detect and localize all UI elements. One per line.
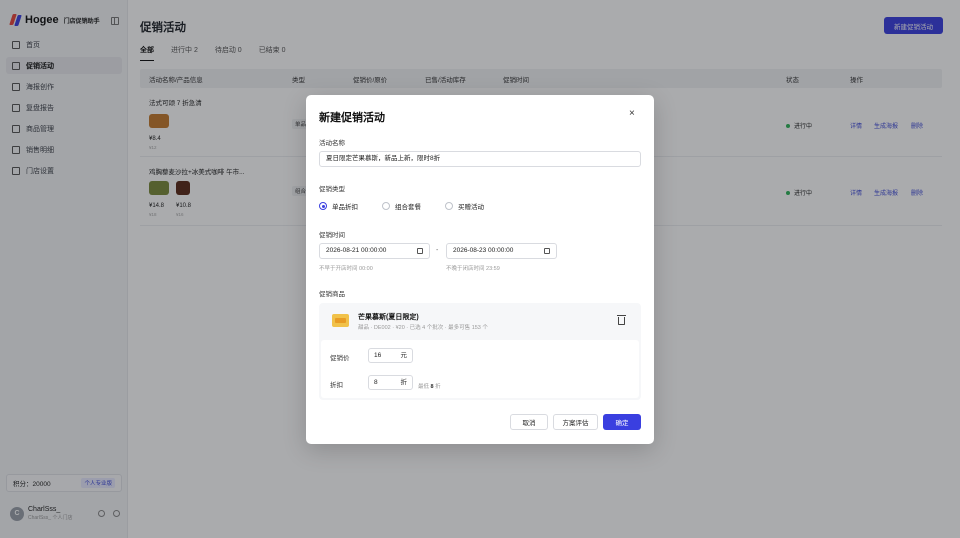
discount-hint: 最低 8 折 xyxy=(418,384,441,390)
promo-price-input[interactable]: 16 元 xyxy=(368,348,413,363)
date-separator: - xyxy=(436,247,439,254)
product-name: 芒果慕斯(夏日限定) xyxy=(358,314,419,321)
radio-single-discount[interactable]: 单品折扣 xyxy=(319,201,358,211)
start-datetime-input[interactable]: 2026-08-21 00:00:00 xyxy=(319,243,430,259)
evaluate-plan-button[interactable]: 方案评估 xyxy=(553,414,598,430)
radio-unchecked-icon xyxy=(445,202,453,210)
promotion-time-label: 促销时间 xyxy=(319,232,345,239)
promo-price-label: 促销价 xyxy=(330,355,350,362)
product-pricing: 促销价 16 元 折扣 8 折 最低 8 折 xyxy=(321,340,639,398)
radio-checked-icon xyxy=(319,202,327,210)
product-thumbnail xyxy=(332,314,349,327)
product-meta: 甜品 · DE002 · ¥20 · 已选 4 个批次 · 最多可售 153 个 xyxy=(358,325,488,331)
calendar-icon xyxy=(417,248,423,254)
discount-input[interactable]: 8 折 xyxy=(368,375,413,390)
activity-name-input[interactable]: 夏日限定芒果慕斯，新品上新，限时8折 xyxy=(319,151,641,167)
price-unit: 元 xyxy=(400,352,408,359)
selected-product-card: 芒果慕斯(夏日限定) 甜品 · DE002 · ¥20 · 已选 4 个批次 ·… xyxy=(319,303,641,400)
start-time-hint: 不早于开店时间 00:00 xyxy=(319,266,373,272)
calendar-icon xyxy=(544,248,550,254)
cancel-button[interactable]: 取消 xyxy=(510,414,548,430)
promotion-product-label: 促销商品 xyxy=(319,291,345,298)
radio-combo[interactable]: 组合套餐 xyxy=(382,201,421,211)
discount-label: 折扣 xyxy=(330,382,343,389)
radio-unchecked-icon xyxy=(382,202,390,210)
new-promotion-dialog: 新建促销活动 × 活动名称 夏日限定芒果慕斯，新品上新，限时8折 促销类型 单品… xyxy=(306,95,654,444)
trash-icon[interactable] xyxy=(617,315,626,325)
end-time-hint: 不晚于闭店时间 23:59 xyxy=(446,266,500,272)
end-datetime-input[interactable]: 2026-08-23 00:00:00 xyxy=(446,243,557,259)
promotion-type-label: 促销类型 xyxy=(319,186,345,193)
promotion-type-radio-group: 单品折扣 组合套餐 买赠活动 xyxy=(319,201,508,211)
radio-buy-gift[interactable]: 买赠活动 xyxy=(445,201,484,211)
product-header: 芒果慕斯(夏日限定) 甜品 · DE002 · ¥20 · 已选 4 个批次 ·… xyxy=(319,303,641,338)
dialog-title: 新建促销活动 xyxy=(319,112,385,124)
close-icon[interactable]: × xyxy=(629,108,635,119)
discount-unit: 折 xyxy=(400,379,408,386)
activity-name-label: 活动名称 xyxy=(319,140,345,147)
confirm-button[interactable]: 确定 xyxy=(603,414,641,430)
